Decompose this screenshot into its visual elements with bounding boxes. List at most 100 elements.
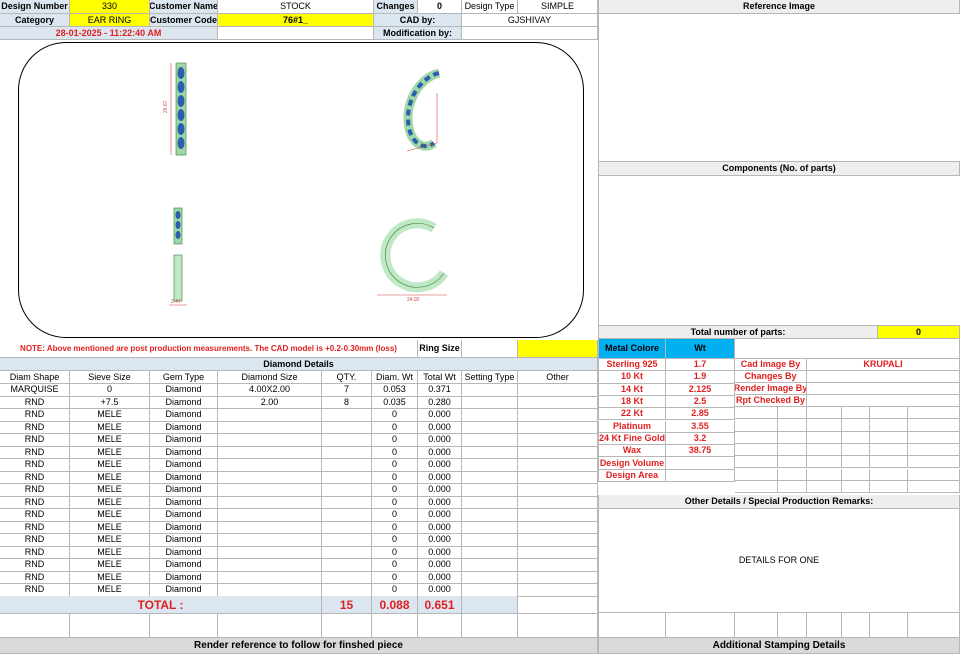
metal-weight[interactable]: 2.125 (666, 383, 735, 396)
table-cell-gem-type[interactable]: Diamond (150, 484, 218, 497)
table-cell-diam-wt[interactable]: 0.035 (372, 396, 418, 409)
table-cell-sieve-size[interactable]: MELE (70, 521, 150, 534)
table-cell-diam-shape[interactable]: RND (0, 459, 70, 472)
table-cell-setting-type[interactable] (462, 484, 518, 497)
table-cell-diamond-size[interactable] (218, 534, 322, 547)
table-cell-setting-type[interactable] (462, 446, 518, 459)
rpt-checked-by-value[interactable] (807, 395, 960, 407)
table-cell-sieve-size[interactable]: MELE (70, 546, 150, 559)
table-cell-qty[interactable] (322, 571, 372, 584)
table-cell-qty[interactable] (322, 434, 372, 447)
table-cell-other[interactable] (518, 534, 598, 547)
table-cell-setting-type[interactable] (462, 471, 518, 484)
table-cell-gem-type[interactable]: Diamond (150, 396, 218, 409)
table-cell-total-wt[interactable]: 0.000 (418, 509, 462, 522)
table-cell-gem-type[interactable]: Diamond (150, 509, 218, 522)
table-cell-total-wt[interactable]: 0.000 (418, 459, 462, 472)
table-cell-gem-type[interactable]: Diamond (150, 496, 218, 509)
table-cell-other[interactable] (518, 571, 598, 584)
table-cell-qty[interactable] (322, 534, 372, 547)
table-cell-diam-shape[interactable]: RND (0, 559, 70, 572)
table-cell-diamond-size[interactable] (218, 459, 322, 472)
table-cell-qty[interactable] (322, 471, 372, 484)
table-cell-sieve-size[interactable]: MELE (70, 459, 150, 472)
table-cell-diam-shape[interactable]: RND (0, 584, 70, 597)
table-cell-diam-shape[interactable]: RND (0, 396, 70, 409)
table-cell-sieve-size[interactable]: MELE (70, 446, 150, 459)
table-cell-total-wt[interactable]: 0.000 (418, 471, 462, 484)
table-cell-diamond-size[interactable] (218, 559, 322, 572)
metal-weight[interactable] (666, 457, 735, 470)
table-cell-gem-type[interactable]: Diamond (150, 471, 218, 484)
table-cell-diamond-size[interactable]: 4.00X2.00 (218, 384, 322, 397)
table-cell-other[interactable] (518, 584, 598, 597)
modification-value[interactable] (462, 27, 598, 40)
table-cell-gem-type[interactable]: Diamond (150, 584, 218, 597)
table-cell-diam-wt[interactable]: 0 (372, 571, 418, 584)
table-cell-diam-shape[interactable]: RND (0, 571, 70, 584)
table-cell-diamond-size[interactable] (218, 571, 322, 584)
table-cell-total-wt[interactable]: 0.000 (418, 521, 462, 534)
table-cell-sieve-size[interactable]: MELE (70, 484, 150, 497)
customer-code-value[interactable]: 76#1_ (218, 14, 374, 27)
table-cell-setting-type[interactable] (462, 584, 518, 597)
table-cell-diamond-size[interactable] (218, 409, 322, 422)
table-cell-diamond-size[interactable] (218, 484, 322, 497)
table-cell-setting-type[interactable] (462, 559, 518, 572)
table-cell-diamond-size[interactable] (218, 471, 322, 484)
design-number-value[interactable]: 330 (70, 0, 150, 14)
table-cell-total-wt[interactable]: 0.000 (418, 546, 462, 559)
table-cell-other[interactable] (518, 384, 598, 397)
table-cell-other[interactable] (518, 471, 598, 484)
table-cell-total-wt[interactable]: 0.000 (418, 559, 462, 572)
table-cell-qty[interactable] (322, 521, 372, 534)
table-cell-sieve-size[interactable]: MELE (70, 496, 150, 509)
table-cell-gem-type[interactable]: Diamond (150, 521, 218, 534)
table-cell-setting-type[interactable] (462, 521, 518, 534)
table-cell-sieve-size[interactable]: MELE (70, 534, 150, 547)
table-cell-gem-type[interactable]: Diamond (150, 446, 218, 459)
table-cell-diam-wt[interactable]: 0 (372, 409, 418, 422)
table-cell-total-wt[interactable]: 0.000 (418, 496, 462, 509)
metal-weight[interactable]: 3.55 (666, 420, 735, 433)
table-cell-diam-shape[interactable]: RND (0, 446, 70, 459)
render-image-by-value[interactable] (807, 383, 960, 395)
table-cell-diam-shape[interactable]: RND (0, 546, 70, 559)
table-cell-qty[interactable] (322, 496, 372, 509)
table-cell-qty[interactable] (322, 509, 372, 522)
table-cell-qty[interactable] (322, 559, 372, 572)
table-cell-qty[interactable] (322, 484, 372, 497)
table-cell-total-wt[interactable]: 0.000 (418, 584, 462, 597)
table-cell-other[interactable] (518, 546, 598, 559)
table-cell-diamond-size[interactable] (218, 496, 322, 509)
table-cell-gem-type[interactable]: Diamond (150, 409, 218, 422)
table-cell-sieve-size[interactable]: MELE (70, 584, 150, 597)
table-cell-sieve-size[interactable]: MELE (70, 559, 150, 572)
metal-weight[interactable] (666, 469, 735, 482)
table-cell-setting-type[interactable] (462, 571, 518, 584)
table-cell-other[interactable] (518, 559, 598, 572)
table-cell-gem-type[interactable]: Diamond (150, 559, 218, 572)
table-cell-gem-type[interactable]: Diamond (150, 459, 218, 472)
table-cell-setting-type[interactable] (462, 496, 518, 509)
table-cell-diam-wt[interactable]: 0.053 (372, 384, 418, 397)
table-cell-total-wt[interactable]: 0.000 (418, 484, 462, 497)
metal-weight[interactable]: 2.85 (666, 408, 735, 421)
table-cell-total-wt[interactable]: 0.000 (418, 421, 462, 434)
table-cell-other[interactable] (518, 421, 598, 434)
table-cell-sieve-size[interactable]: MELE (70, 409, 150, 422)
table-cell-diam-shape[interactable]: RND (0, 509, 70, 522)
table-cell-diam-wt[interactable]: 0 (372, 434, 418, 447)
table-cell-other[interactable] (518, 446, 598, 459)
table-cell-other[interactable] (518, 434, 598, 447)
table-cell-setting-type[interactable] (462, 509, 518, 522)
table-cell-diam-wt[interactable]: 0 (372, 521, 418, 534)
table-cell-setting-type[interactable] (462, 534, 518, 547)
table-cell-other[interactable] (518, 396, 598, 409)
table-cell-qty[interactable]: 7 (322, 384, 372, 397)
table-cell-qty[interactable] (322, 409, 372, 422)
table-cell-diam-shape[interactable]: RND (0, 484, 70, 497)
table-cell-diam-wt[interactable]: 0 (372, 471, 418, 484)
table-cell-diamond-size[interactable] (218, 509, 322, 522)
metal-weight[interactable]: 1.9 (666, 371, 735, 384)
